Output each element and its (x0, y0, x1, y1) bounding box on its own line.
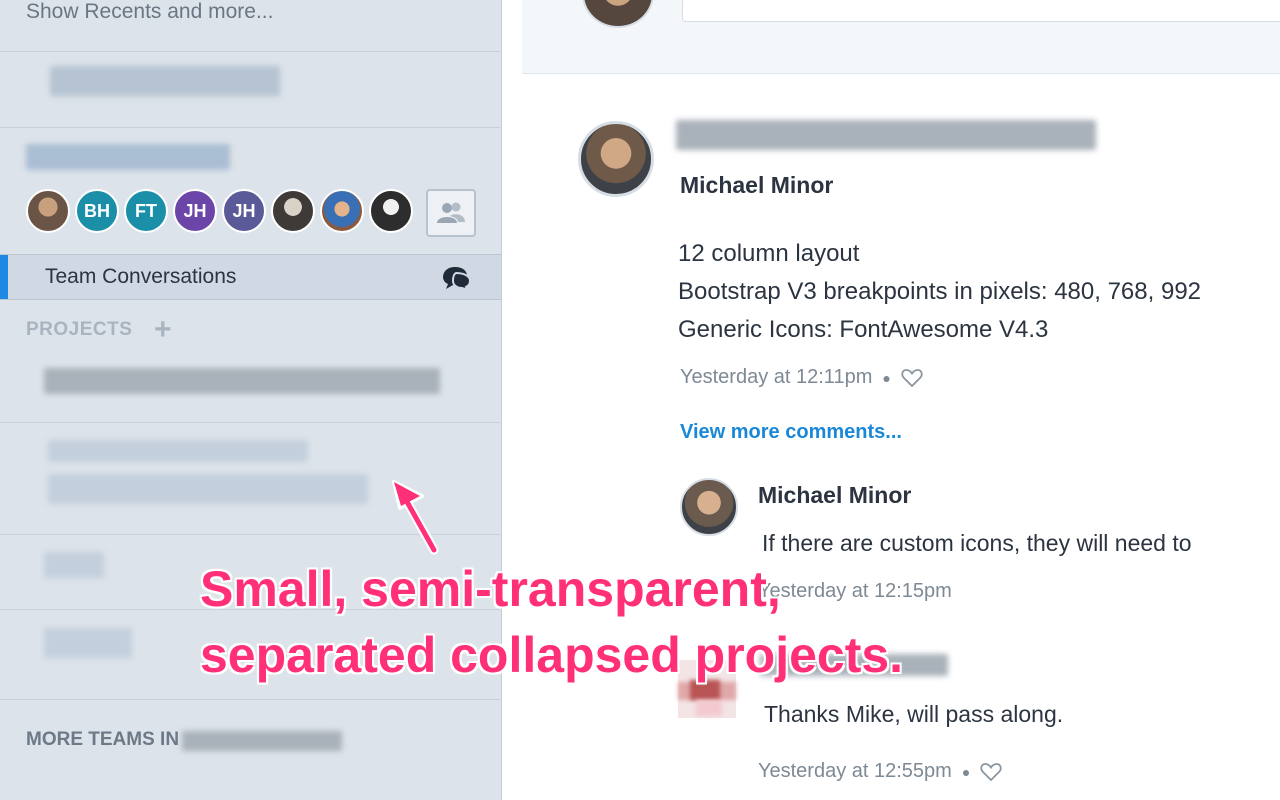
separator-dot: ● (961, 763, 971, 780)
comment-text: Thanks Mike, will pass along. (764, 701, 1064, 727)
team-name-redacted[interactable] (26, 144, 230, 170)
annotation-arrow-icon (392, 480, 439, 555)
avatar-initials: FT (135, 200, 157, 221)
post-meta: Yesterday at 12:11pm ● (680, 366, 923, 389)
comment-input[interactable] (682, 0, 1280, 22)
divider (0, 51, 500, 52)
team-conversations-label: Team Conversations (45, 265, 237, 288)
project-item-redacted[interactable] (44, 368, 440, 394)
divider (0, 422, 500, 423)
projects-heading: PROJECTS (26, 319, 133, 340)
comment-meta: Yesterday at 12:55pm ● (758, 760, 1002, 783)
comment-text: If there are custom icons, they will nee… (762, 530, 1192, 556)
view-more-comments-link[interactable]: View more comments... (680, 421, 902, 444)
annotation-line: separated collapsed projects. (200, 627, 904, 683)
post-author-name[interactable]: Michael Minor (680, 172, 833, 199)
annotation-callout: Small, semi-transparent, separated colla… (200, 556, 903, 688)
avatar[interactable] (26, 189, 70, 233)
comment-author-avatar[interactable] (680, 478, 738, 536)
more-teams-heading: MORE TEAMS IN (26, 729, 179, 751)
avatar-initials: BH (84, 200, 110, 221)
post-body-line: Generic Icons: FontAwesome V4.3 (678, 316, 1049, 343)
avatar[interactable] (271, 189, 315, 233)
avatar[interactable]: JH (222, 189, 266, 233)
avatar[interactable]: FT (124, 189, 168, 233)
project-item-redacted[interactable] (48, 474, 368, 504)
project-item-redacted[interactable] (44, 552, 104, 578)
post-author-avatar[interactable] (578, 121, 654, 197)
avatar[interactable] (369, 189, 413, 233)
composer-bar (522, 0, 1280, 74)
add-project-button[interactable]: + (154, 315, 172, 345)
more-teams-label: MORE TEAMS IN (26, 729, 180, 750)
active-indicator (0, 255, 8, 299)
organization-name-redacted (182, 731, 342, 751)
avatar[interactable]: JH (173, 189, 217, 233)
team-members-button[interactable] (426, 189, 476, 237)
avatar[interactable]: BH (75, 189, 119, 233)
show-recents-link[interactable]: Show Recents and more... (26, 0, 273, 24)
team-conversations-item[interactable]: Team Conversations (0, 254, 501, 300)
post-body-line: 12 column layout (678, 240, 860, 267)
annotation-line: Small, semi-transparent, (200, 561, 781, 617)
separator-dot: ● (882, 369, 891, 386)
divider (0, 699, 500, 700)
comment-timestamp: Yesterday at 12:55pm (758, 760, 952, 782)
users-icon (437, 202, 465, 223)
avatar-initials: JH (232, 200, 256, 221)
project-item-redacted[interactable] (48, 440, 308, 462)
comment-author-name[interactable]: Michael Minor (758, 482, 911, 509)
project-item-redacted[interactable] (44, 628, 132, 658)
heart-icon[interactable] (901, 368, 923, 388)
post-timestamp: Yesterday at 12:11pm (680, 366, 873, 388)
team-members: BH FT JH JH (26, 189, 413, 233)
avatar-initials: JH (183, 200, 207, 221)
post-title-redacted (676, 118, 1096, 154)
heart-icon[interactable] (980, 762, 1002, 782)
divider (0, 127, 500, 128)
avatar[interactable] (320, 189, 364, 233)
chat-icon (443, 267, 472, 291)
post-body-line: Bootstrap V3 breakpoints in pixels: 480,… (678, 278, 1202, 305)
avatar (582, 0, 654, 28)
sidebar-item-redacted[interactable] (50, 66, 280, 96)
